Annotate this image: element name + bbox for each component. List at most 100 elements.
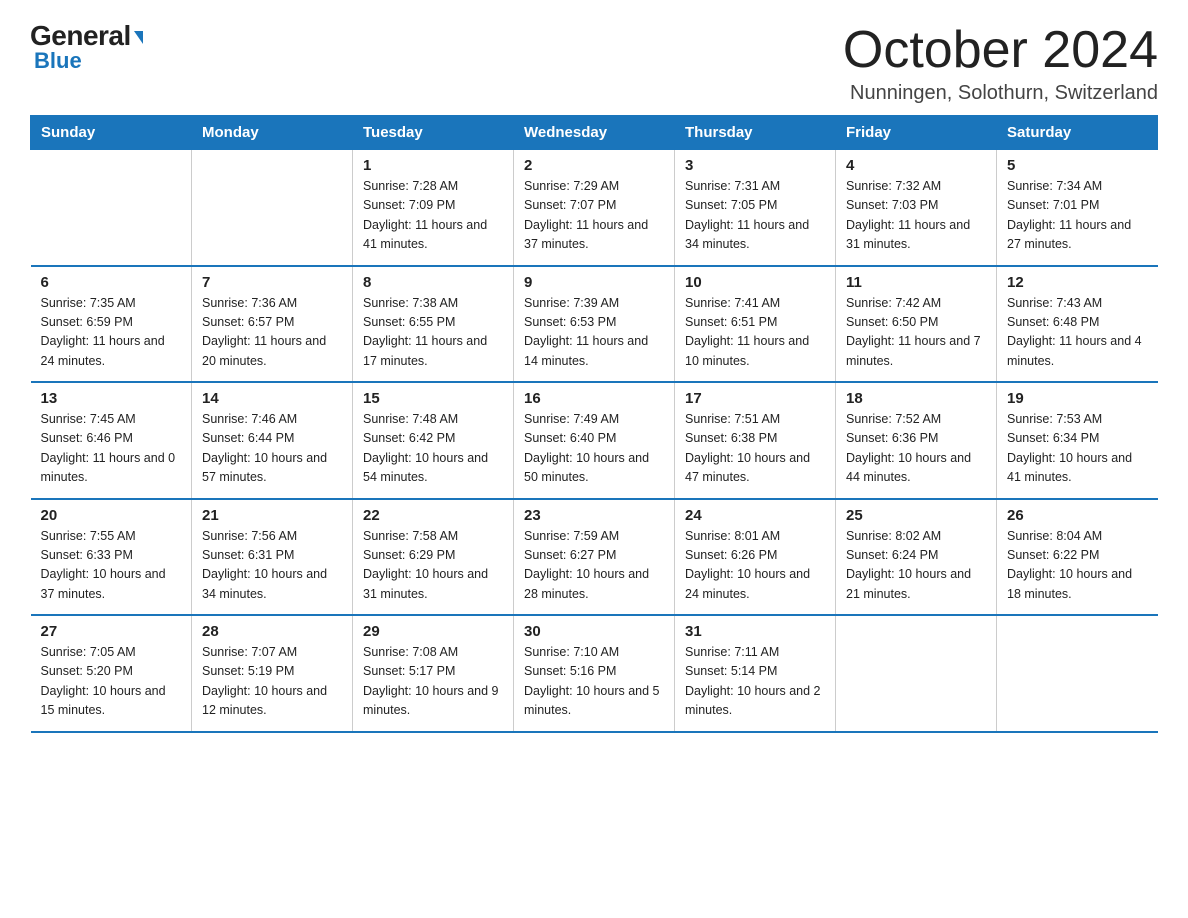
day-cell xyxy=(31,150,192,266)
header-tuesday: Tuesday xyxy=(353,116,514,150)
sunrise-text: Sunrise: 7:39 AM xyxy=(524,296,619,310)
day-cell: 20Sunrise: 7:55 AMSunset: 6:33 PMDayligh… xyxy=(31,499,192,616)
sunset-text: Sunset: 6:38 PM xyxy=(685,431,777,445)
day-cell: 14Sunrise: 7:46 AMSunset: 6:44 PMDayligh… xyxy=(192,382,353,499)
daylight-text: Daylight: 10 hours and 24 minutes. xyxy=(685,567,810,600)
sunrise-text: Sunrise: 7:08 AM xyxy=(363,645,458,659)
day-number: 19 xyxy=(1007,390,1148,407)
header-monday: Monday xyxy=(192,116,353,150)
sunset-text: Sunset: 6:57 PM xyxy=(202,315,294,329)
daylight-text: Daylight: 11 hours and 31 minutes. xyxy=(846,218,970,251)
sunrise-text: Sunrise: 7:31 AM xyxy=(685,179,780,193)
daylight-text: Daylight: 10 hours and 37 minutes. xyxy=(41,567,166,600)
day-cell: 3 Sunrise: 7:31 AMSunset: 7:05 PMDaylight… xyxy=(675,150,836,266)
sunset-text: Sunset: 7:01 PM xyxy=(1007,198,1099,212)
title-block: October 2024 Nunningen, Solothurn, Switz… xyxy=(843,20,1158,105)
day-detail: Sunrise: 7:34 AMSunset: 7:01 PMDaylight:… xyxy=(1007,177,1148,255)
day-detail: Sunrise: 7:31 AMSunset: 7:05 PMDaylight:… xyxy=(685,177,825,255)
day-detail: Sunrise: 8:01 AMSunset: 6:26 PMDaylight:… xyxy=(685,527,825,605)
day-cell: 28Sunrise: 7:07 AMSunset: 5:19 PMDayligh… xyxy=(192,615,353,732)
daylight-text: Daylight: 10 hours and 57 minutes. xyxy=(202,451,327,484)
sunset-text: Sunset: 6:29 PM xyxy=(363,548,455,562)
daylight-text: Daylight: 11 hours and 4 minutes. xyxy=(1007,334,1142,367)
sunset-text: Sunset: 6:36 PM xyxy=(846,431,938,445)
day-number: 11 xyxy=(846,274,986,291)
sunrise-text: Sunrise: 7:10 AM xyxy=(524,645,619,659)
daylight-text: Daylight: 10 hours and 2 minutes. xyxy=(685,684,821,717)
sunset-text: Sunset: 5:16 PM xyxy=(524,664,616,678)
sunset-text: Sunset: 5:20 PM xyxy=(41,664,133,678)
day-detail: Sunrise: 7:56 AMSunset: 6:31 PMDaylight:… xyxy=(202,527,342,605)
day-number: 8 xyxy=(363,274,503,291)
day-detail: Sunrise: 7:46 AMSunset: 6:44 PMDaylight:… xyxy=(202,410,342,488)
day-detail: Sunrise: 7:53 AMSunset: 6:34 PMDaylight:… xyxy=(1007,410,1148,488)
sunrise-text: Sunrise: 8:02 AM xyxy=(846,529,941,543)
sunset-text: Sunset: 7:07 PM xyxy=(524,198,616,212)
logo: General Blue xyxy=(30,20,143,74)
sunrise-text: Sunrise: 7:49 AM xyxy=(524,412,619,426)
header-thursday: Thursday xyxy=(675,116,836,150)
day-detail: Sunrise: 7:39 AM Sunset: 6:53 PM Daylight:… xyxy=(524,294,664,372)
day-cell xyxy=(997,615,1158,732)
day-cell: 19 Sunrise: 7:53 AMSunset: 6:34 PMDayligh… xyxy=(997,382,1158,499)
day-detail: Sunrise: 7:52 AMSunset: 6:36 PMDaylight:… xyxy=(846,410,986,488)
day-number: 29 xyxy=(363,623,503,640)
daylight-text: Daylight: 11 hours and 7 minutes. xyxy=(846,334,981,367)
day-cell: 12Sunrise: 7:43 AMSunset: 6:48 PMDayligh… xyxy=(997,266,1158,383)
daylight-text: Daylight: 11 hours and 14 minutes. xyxy=(524,334,648,367)
daylight-text: Daylight: 10 hours and 15 minutes. xyxy=(41,684,166,717)
sunset-text: Sunset: 6:31 PM xyxy=(202,548,294,562)
day-cell: 7Sunrise: 7:36 AMSunset: 6:57 PMDaylight… xyxy=(192,266,353,383)
day-cell: 21Sunrise: 7:56 AMSunset: 6:31 PMDayligh… xyxy=(192,499,353,616)
sunset-text: Sunset: 5:14 PM xyxy=(685,664,777,678)
day-detail: Sunrise: 7:42 AMSunset: 6:50 PMDaylight:… xyxy=(846,294,986,372)
day-cell: 2Sunrise: 7:29 AMSunset: 7:07 PMDaylight… xyxy=(514,150,675,266)
day-cell: 24 Sunrise: 8:01 AMSunset: 6:26 PMDayligh… xyxy=(675,499,836,616)
day-number: 26 xyxy=(1007,507,1148,524)
day-detail: Sunrise: 7:05 AMSunset: 5:20 PMDaylight:… xyxy=(41,643,182,721)
day-number: 3 xyxy=(685,157,825,174)
day-cell: 18Sunrise: 7:52 AMSunset: 6:36 PMDayligh… xyxy=(836,382,997,499)
sunrise-text: Sunrise: 7:34 AM xyxy=(1007,179,1102,193)
day-number: 24 xyxy=(685,507,825,524)
daylight-text: Daylight: 11 hours and 37 minutes. xyxy=(524,218,648,251)
daylight-text: Daylight: 10 hours and 18 minutes. xyxy=(1007,567,1132,600)
sunset-text: Sunset: 6:27 PM xyxy=(524,548,616,562)
day-cell: 6Sunrise: 7:35 AMSunset: 6:59 PMDaylight… xyxy=(31,266,192,383)
header-row: SundayMondayTuesdayWednesdayThursdayFrid… xyxy=(31,116,1158,150)
sunset-text: Sunset: 6:46 PM xyxy=(41,431,133,445)
sunrise-text: Sunrise: 8:01 AM xyxy=(685,529,780,543)
header-wednesday: Wednesday xyxy=(514,116,675,150)
day-cell: 4Sunrise: 7:32 AMSunset: 7:03 PMDaylight… xyxy=(836,150,997,266)
day-detail: Sunrise: 7:11 AMSunset: 5:14 PMDaylight:… xyxy=(685,643,825,721)
day-number: 10 xyxy=(685,274,825,291)
day-detail: Sunrise: 7:35 AMSunset: 6:59 PMDaylight:… xyxy=(41,294,182,372)
day-cell: 9Sunrise: 7:39 AMSunset: 6:53 PMDaylight… xyxy=(514,266,675,383)
daylight-text: Daylight: 10 hours and 9 minutes. xyxy=(363,684,499,717)
day-cell: 13Sunrise: 7:45 AMSunset: 6:46 PMDayligh… xyxy=(31,382,192,499)
day-cell: 10Sunrise: 7:41 AMSunset: 6:51 PMDayligh… xyxy=(675,266,836,383)
sunset-text: Sunset: 6:40 PM xyxy=(524,431,616,445)
day-number: 28 xyxy=(202,623,342,640)
day-number: 18 xyxy=(846,390,986,407)
day-detail: Sunrise: 7:43 AMSunset: 6:48 PMDaylight:… xyxy=(1007,294,1148,372)
daylight-text: Daylight: 11 hours and 20 minutes. xyxy=(202,334,326,367)
day-number: 27 xyxy=(41,623,182,640)
sunset-text: Sunset: 6:59 PM xyxy=(41,315,133,329)
day-detail: Sunrise: 7:48 AMSunset: 6:42 PMDaylight:… xyxy=(363,410,503,488)
week-row-5: 27 Sunrise: 7:05 AMSunset: 5:20 PMDayligh… xyxy=(31,615,1158,732)
sunrise-text: Sunrise: 8:04 AM xyxy=(1007,529,1102,543)
day-number: 5 xyxy=(1007,157,1148,174)
day-number: 16 xyxy=(524,390,664,407)
day-number: 20 xyxy=(41,507,182,524)
sunrise-text: Sunrise: 7:46 AM xyxy=(202,412,297,426)
day-cell: 23Sunrise: 7:59 AMSunset: 6:27 PMDayligh… xyxy=(514,499,675,616)
calendar-table: SundayMondayTuesdayWednesdayThursdayFrid… xyxy=(30,115,1158,733)
day-detail: Sunrise: 7:10 AMSunset: 5:16 PMDaylight:… xyxy=(524,643,664,721)
day-number: 25 xyxy=(846,507,986,524)
day-number: 15 xyxy=(363,390,503,407)
sunset-text: Sunset: 6:53 PM xyxy=(524,315,616,329)
day-cell: 26Sunrise: 8:04 AMSunset: 6:22 PMDayligh… xyxy=(997,499,1158,616)
sunrise-text: Sunrise: 7:52 AM xyxy=(846,412,941,426)
sunset-text: Sunset: 7:03 PM xyxy=(846,198,938,212)
